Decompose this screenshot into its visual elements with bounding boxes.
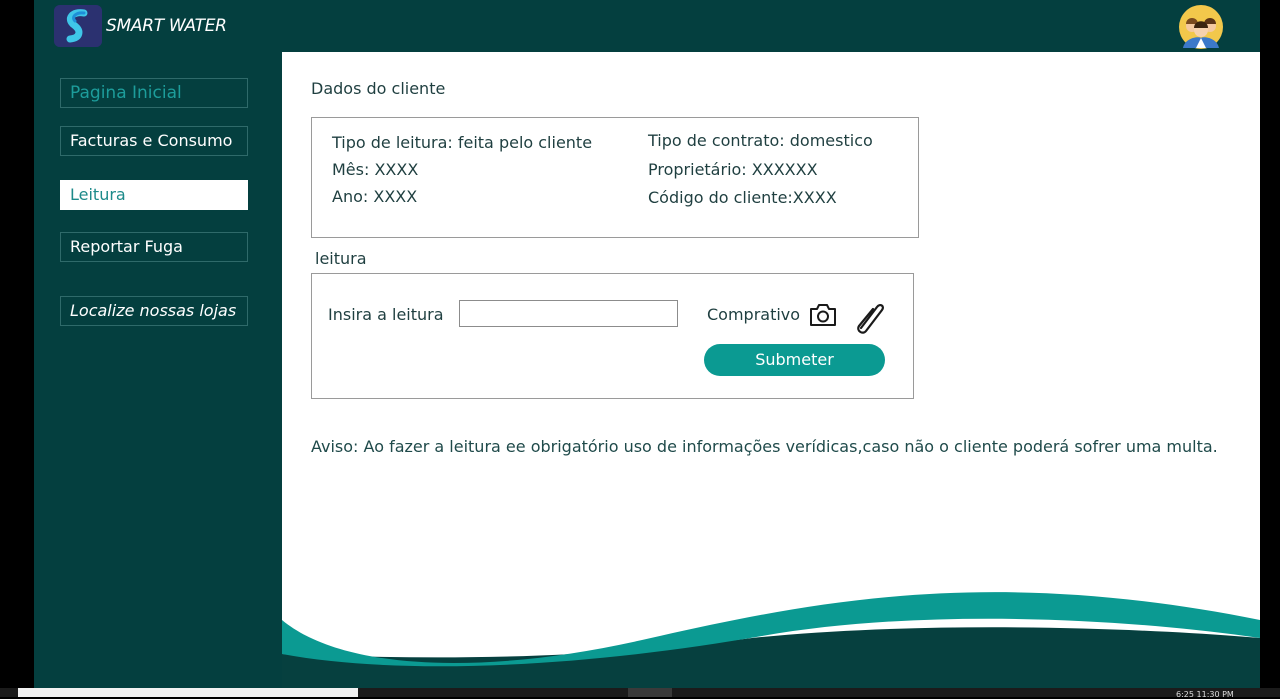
user-avatar[interactable] (1178, 4, 1224, 50)
smart-water-logo[interactable] (54, 5, 102, 47)
reading-panel (311, 273, 914, 399)
window-edge (1260, 0, 1280, 688)
main-content: Dados do cliente Tipo de leitura: feita … (282, 52, 1260, 688)
contract-type: Tipo de contrato: domestico (648, 131, 873, 150)
tray-clock: 6:25 11:30 PM (1176, 690, 1234, 699)
client-data-heading: Dados do cliente (311, 79, 446, 98)
reading-input[interactable] (459, 300, 678, 327)
year-value: Ano: XXXX (332, 187, 418, 206)
warning-notice: Aviso: Ao fazer a leitura ee obrigatório… (311, 437, 1218, 456)
app-title: SMART WATER (106, 16, 227, 36)
sidebar-item-leitura[interactable]: Leitura (60, 180, 248, 210)
app-window: SMART WATER Pagina Inicial Facturas e Co… (34, 0, 1260, 688)
sidebar-item-localize-lojas[interactable]: Localize nossas lojas (60, 296, 248, 326)
reading-input-label: Insira a leitura (328, 305, 444, 324)
sidebar-item-reportar-fuga[interactable]: Reportar Fuga (60, 232, 248, 262)
paperclip-icon[interactable] (850, 298, 888, 334)
proof-label: Comprativo (707, 305, 801, 324)
client-code: Código do cliente:XXXX (648, 188, 837, 207)
sidebar-item-facturas-consumo[interactable]: Facturas e Consumo (60, 126, 248, 156)
reading-type: Tipo de leitura: feita pelo cliente (332, 133, 593, 152)
month-value: Mês: XXXX (332, 160, 419, 179)
sidebar-item-pagina-inicial[interactable]: Pagina Inicial (60, 78, 248, 108)
taskbar-app-button[interactable] (628, 688, 672, 697)
sidebar: Pagina Inicial Facturas e Consumo Leitur… (34, 52, 282, 688)
taskbar (0, 688, 1280, 697)
submit-button[interactable]: Submeter (704, 344, 885, 376)
owner-value: Proprietário: XXXXXX (648, 160, 818, 179)
taskbar-search-box[interactable] (18, 688, 358, 697)
reading-heading: leitura (315, 249, 367, 268)
client-data-panel: Tipo de leitura: feita pelo cliente Mês:… (311, 117, 919, 238)
decorative-wave (282, 592, 1260, 688)
header-bar: SMART WATER (34, 0, 1260, 52)
camera-icon[interactable] (808, 302, 838, 328)
